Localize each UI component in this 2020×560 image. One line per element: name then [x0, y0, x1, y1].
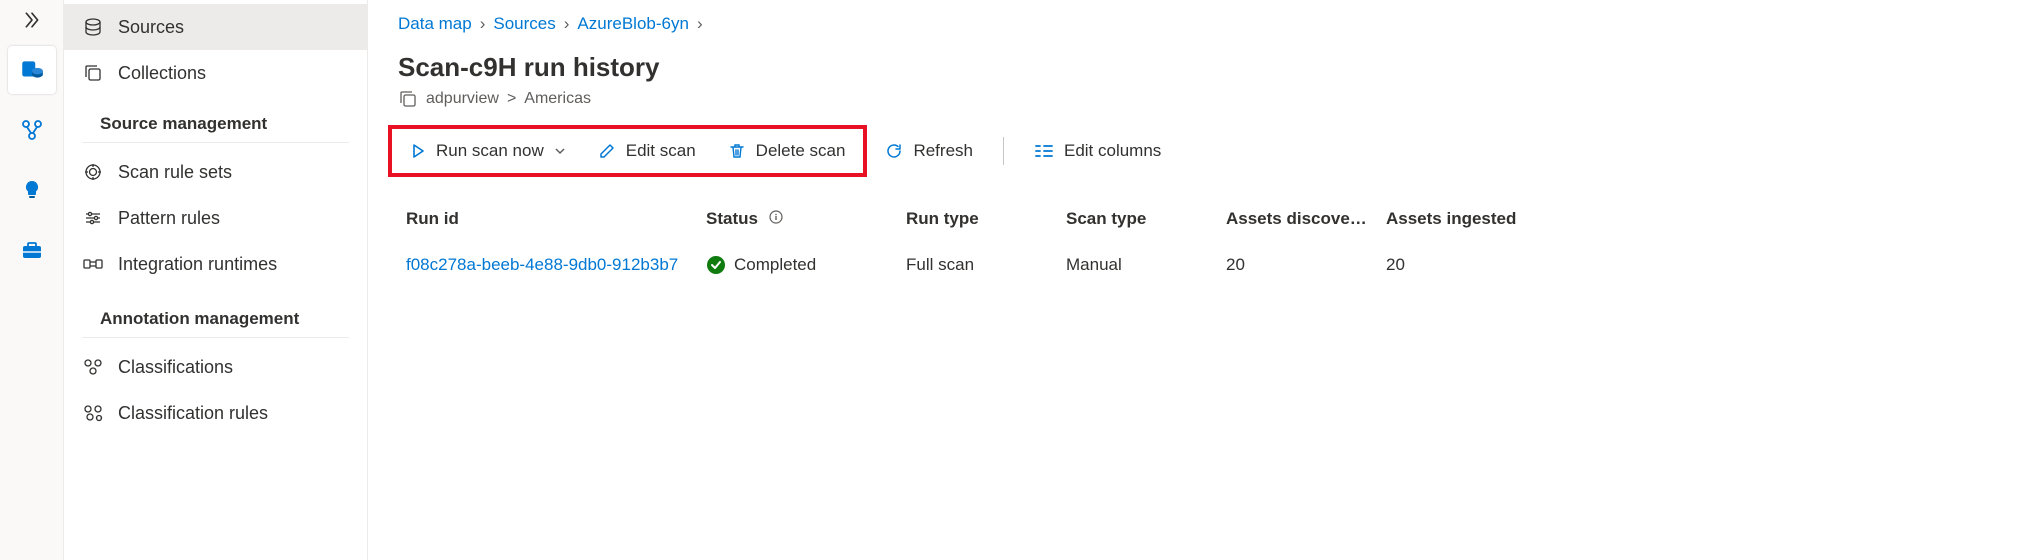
sidebar-item-label: Classifications — [118, 357, 233, 378]
sidebar-item-classifications[interactable]: Classifications — [64, 344, 367, 390]
collection-icon — [398, 89, 418, 109]
col-status[interactable]: Status — [706, 209, 906, 229]
rail-item-ideas[interactable] — [8, 166, 56, 214]
cell-assets-ingested: 20 — [1386, 255, 1546, 275]
trash-icon — [728, 142, 746, 160]
highlighted-toolbar-group: Run scan now Edit scan Delete scan — [388, 125, 867, 177]
sidebar-item-label: Integration runtimes — [118, 254, 277, 275]
button-label: Refresh — [913, 141, 973, 161]
toolbar: Run scan now Edit scan Delete scan — [368, 125, 2020, 177]
breadcrumb-link[interactable]: Sources — [493, 14, 555, 34]
chevron-right-icon: › — [697, 14, 703, 34]
breadcrumb: Data map › Sources › AzureBlob-6yn › — [368, 10, 2020, 44]
breadcrumb-link[interactable]: AzureBlob-6yn — [577, 14, 689, 34]
classifications-icon — [82, 356, 104, 378]
integration-icon — [82, 253, 104, 275]
sidebar-item-label: Sources — [118, 17, 184, 38]
edit-scan-button[interactable]: Edit scan — [592, 137, 702, 165]
info-icon[interactable] — [769, 210, 783, 224]
refresh-button[interactable]: Refresh — [879, 137, 979, 165]
run-id-link[interactable]: f08c278a-beeb-4e88-9db0-912b3b7 — [406, 255, 678, 274]
col-assets-discovered[interactable]: Assets discove… — [1226, 209, 1386, 229]
sidebar-item-label: Pattern rules — [118, 208, 220, 229]
path-leaf: Americas — [524, 90, 591, 108]
button-label: Delete scan — [756, 141, 846, 161]
cell-status: Completed — [706, 255, 906, 275]
toolbox-icon — [19, 238, 45, 262]
sidebar-item-integration-runtimes[interactable]: Integration runtimes — [64, 241, 367, 287]
chevron-down-icon — [554, 145, 566, 157]
success-icon — [706, 255, 726, 275]
sidebar-section-source-management: Source management — [82, 96, 349, 143]
cell-scan-type: Manual — [1066, 255, 1226, 275]
edit-columns-button[interactable]: Edit columns — [1028, 137, 1167, 165]
toolbar-separator — [1003, 137, 1004, 165]
col-run-id[interactable]: Run id — [406, 209, 706, 229]
main-content: Data map › Sources › AzureBlob-6yn › Sca… — [368, 0, 2020, 560]
rail-item-toolbox[interactable] — [8, 226, 56, 274]
breadcrumb-link[interactable]: Data map — [398, 14, 472, 34]
sliders-icon — [82, 207, 104, 229]
sidebar-item-label: Collections — [118, 63, 206, 84]
classification-rules-icon — [82, 402, 104, 424]
refresh-icon — [885, 142, 903, 160]
sidebar-item-scan-rule-sets[interactable]: Scan rule sets — [64, 149, 367, 195]
lightbulb-icon — [20, 178, 44, 202]
chevron-right-icon: › — [564, 14, 570, 34]
sidebar-item-label: Classification rules — [118, 403, 268, 424]
cell-run-type: Full scan — [906, 255, 1066, 275]
table-body: f08c278a-beeb-4e88-9db0-912b3b7 Complete… — [398, 241, 1990, 289]
copy-icon — [82, 62, 104, 84]
path-sep: > — [507, 90, 516, 108]
sidebar: Sources Collections Source management Sc… — [64, 0, 368, 560]
play-icon — [410, 143, 426, 159]
icon-rail — [0, 0, 64, 560]
status-text: Completed — [734, 255, 816, 275]
chevron-double-right-icon — [23, 11, 41, 29]
pencil-icon — [598, 142, 616, 160]
col-scan-type[interactable]: Scan type — [1066, 209, 1226, 229]
cell-run-id: f08c278a-beeb-4e88-9db0-912b3b7 — [406, 255, 706, 275]
button-label: Edit columns — [1064, 141, 1161, 161]
run-scan-now-button[interactable]: Run scan now — [404, 137, 572, 165]
data-map-icon — [19, 57, 45, 83]
page-title: Scan-c9H run history — [398, 52, 1990, 83]
rail-item-data-map[interactable] — [8, 46, 56, 94]
sidebar-item-sources[interactable]: Sources — [64, 4, 367, 50]
toolbar-rest: Refresh Edit columns — [879, 137, 1167, 165]
chevron-right-icon: › — [480, 14, 486, 34]
col-run-type[interactable]: Run type — [906, 209, 1066, 229]
table-header: Run id Status Run type Scan type Assets … — [398, 197, 1990, 241]
sidebar-item-classification-rules[interactable]: Classification rules — [64, 390, 367, 436]
delete-scan-button[interactable]: Delete scan — [722, 137, 852, 165]
sidebar-item-pattern-rules[interactable]: Pattern rules — [64, 195, 367, 241]
sidebar-item-label: Scan rule sets — [118, 162, 232, 183]
cell-assets-discovered: 20 — [1226, 255, 1386, 275]
branch-icon — [20, 118, 44, 142]
collapse-nav-button[interactable] — [0, 0, 63, 40]
button-label: Run scan now — [436, 141, 544, 161]
collection-path: adpurview > Americas — [398, 89, 1990, 109]
sidebar-item-collections[interactable]: Collections — [64, 50, 367, 96]
page-header: Scan-c9H run history adpurview > America… — [368, 44, 2020, 115]
sidebar-section-annotation-management: Annotation management — [82, 291, 349, 338]
columns-icon — [1034, 143, 1054, 159]
database-icon — [82, 16, 104, 38]
col-assets-ingested[interactable]: Assets ingested — [1386, 209, 1546, 229]
button-label: Edit scan — [626, 141, 696, 161]
path-root: adpurview — [426, 90, 499, 108]
rail-item-insight[interactable] — [8, 106, 56, 154]
target-icon — [82, 161, 104, 183]
table-row: f08c278a-beeb-4e88-9db0-912b3b7 Complete… — [398, 241, 1990, 289]
run-history-table: Run id Status Run type Scan type Assets … — [368, 177, 2020, 289]
